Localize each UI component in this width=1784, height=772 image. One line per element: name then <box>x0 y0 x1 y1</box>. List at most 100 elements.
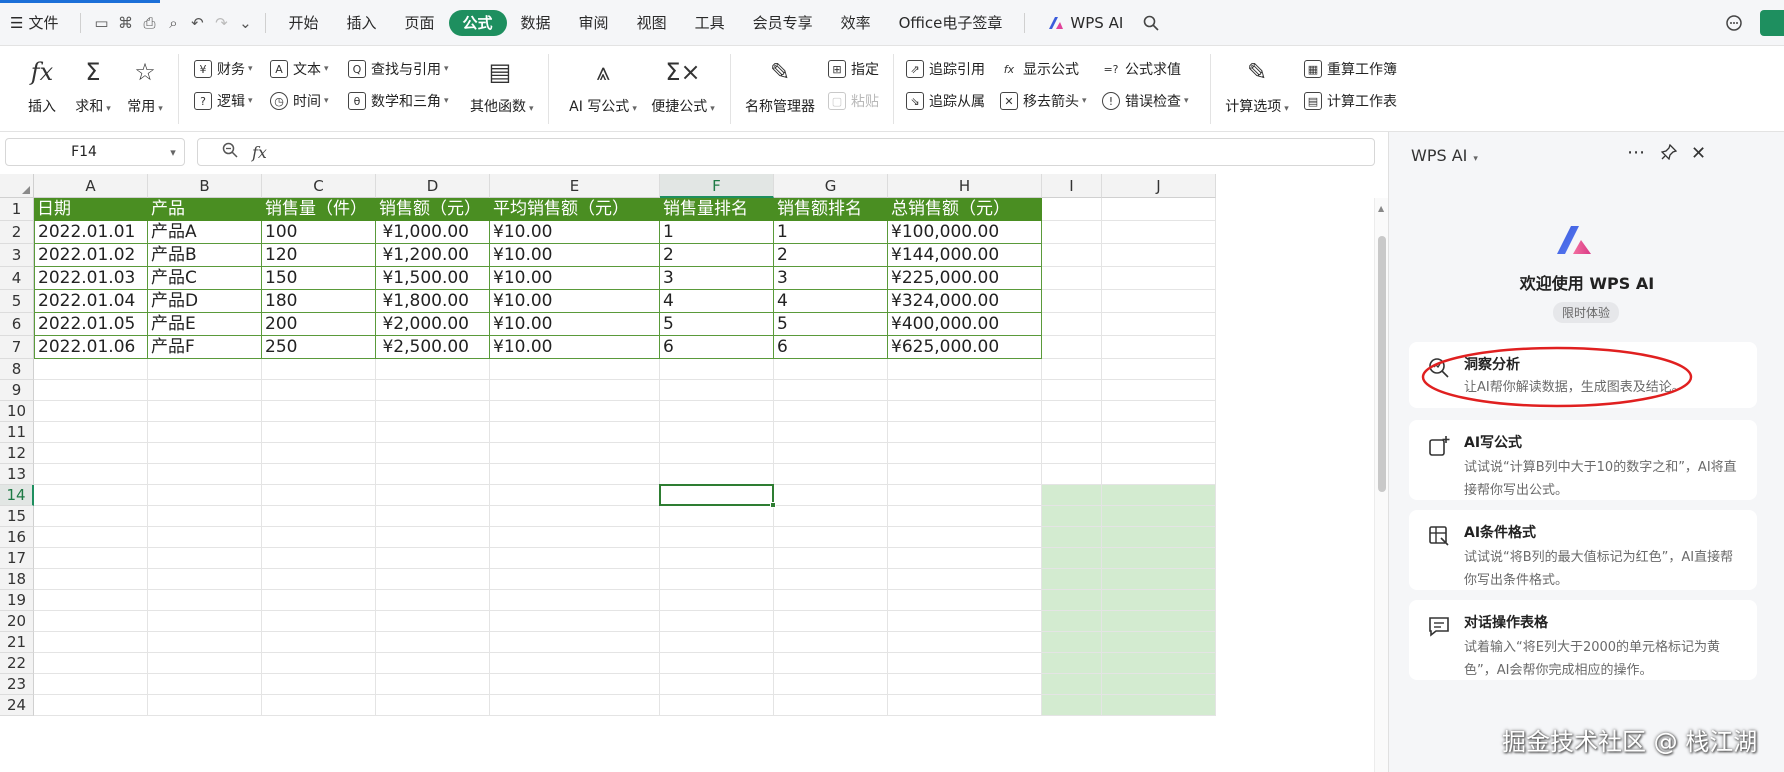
active-cell[interactable] <box>659 484 776 508</box>
row-header-17[interactable]: 17 <box>0 548 34 569</box>
tab-2[interactable]: 页面 <box>391 8 449 38</box>
table-cell[interactable]: 5 <box>660 313 774 336</box>
table-cell[interactable]: ¥1,800.00 <box>376 290 490 313</box>
header-cell[interactable]: 平均销售额（元） <box>490 198 660 221</box>
header-cell[interactable]: 销售额（元） <box>376 198 490 221</box>
table-cell[interactable]: 产品A <box>148 221 262 244</box>
tab-3[interactable]: 公式 <box>448 9 507 36</box>
table-cell[interactable]: ¥10.00 <box>490 244 660 267</box>
table-cell[interactable]: ¥2,500.00 <box>376 336 490 359</box>
formula-bar[interactable]: fx <box>197 138 1375 166</box>
tab-10[interactable]: Office电子签章 <box>885 8 1017 38</box>
trace-dependents-button[interactable]: ⇘ 追踪从属 <box>906 91 985 111</box>
table-cell[interactable]: 5 <box>774 313 888 336</box>
row-header-23[interactable]: 23 <box>0 674 34 695</box>
table-cell[interactable]: 2022.01.06 <box>34 336 148 359</box>
scrollbar-thumb[interactable] <box>1378 236 1386 492</box>
evaluate-formula-button[interactable]: =? 公式求值 <box>1102 59 1181 79</box>
column-header-A[interactable]: A <box>34 174 148 198</box>
table-cell[interactable]: 2022.01.01 <box>34 221 148 244</box>
name-box[interactable]: F14 ▾ <box>5 138 185 166</box>
column-header-J[interactable]: J <box>1102 174 1216 198</box>
header-cell[interactable]: 销售量（件） <box>262 198 376 221</box>
calc-sheet-button[interactable]: ▤ 计算工作表 <box>1304 91 1397 111</box>
recalc-workbook-button[interactable]: ▦ 重算工作簿 <box>1304 59 1397 79</box>
wps-ai-tab[interactable]: WPS AI <box>1033 8 1137 38</box>
card-ai-formula[interactable]: AI写公式 试试说“计算B列中大于10的数字之和”，AI将直接帮你写出公式。 <box>1409 420 1757 500</box>
table-cell[interactable]: 产品C <box>148 267 262 290</box>
table-cell[interactable]: ¥10.00 <box>490 221 660 244</box>
name-manager-button[interactable]: ✎ 名称管理器 <box>744 54 816 116</box>
print-icon[interactable]: ⎙ <box>137 11 161 35</box>
table-cell[interactable]: ¥10.00 <box>490 290 660 313</box>
chevron-down-icon[interactable]: ⌄ <box>233 11 257 35</box>
table-cell[interactable]: 6 <box>774 336 888 359</box>
table-cell[interactable]: 2 <box>660 244 774 267</box>
table-cell[interactable]: 3 <box>660 267 774 290</box>
table-cell[interactable]: 2022.01.04 <box>34 290 148 313</box>
math-dropdown[interactable]: θ 数学和三角 ▾ <box>348 91 449 111</box>
insert-function-button[interactable]: 𝑓x 插入 <box>17 54 67 116</box>
row-header-2[interactable]: 2 <box>0 221 34 244</box>
card-ai-conditional-format[interactable]: AI条件格式 试试说“将B列的最大值标记为红色”，AI直接帮你写出条件格式。 <box>1409 510 1757 590</box>
card-chat-operate-table[interactable]: 对话操作表格 试着输入“将E列大于2000的单元格标记为黄色”，AI会帮你完成相… <box>1409 600 1757 680</box>
row-header-11[interactable]: 11 <box>0 422 34 443</box>
header-cell[interactable]: 销售量排名 <box>660 198 774 221</box>
tab-8[interactable]: 会员专享 <box>739 8 827 38</box>
row-header-1[interactable]: 1 <box>0 198 34 221</box>
close-icon[interactable]: ✕ <box>1691 143 1706 164</box>
search-icon[interactable] <box>1139 11 1163 35</box>
tab-6[interactable]: 视图 <box>623 8 681 38</box>
row-header-16[interactable]: 16 <box>0 527 34 548</box>
row-header-5[interactable]: 5 <box>0 290 34 313</box>
undo-icon[interactable]: ↶ <box>185 11 209 35</box>
row-header-6[interactable]: 6 <box>0 313 34 336</box>
save-icon[interactable]: ▭ <box>89 11 113 35</box>
row-header-21[interactable]: 21 <box>0 632 34 653</box>
zoom-icon[interactable] <box>222 142 238 162</box>
row-header-18[interactable]: 18 <box>0 569 34 590</box>
table-cell[interactable]: 产品D <box>148 290 262 313</box>
table-cell[interactable]: ¥1,500.00 <box>376 267 490 290</box>
table-cell[interactable]: ¥100,000.00 <box>888 221 1042 244</box>
redo-icon[interactable]: ↷ <box>209 11 233 35</box>
column-header-C[interactable]: C <box>262 174 376 198</box>
row-header-22[interactable]: 22 <box>0 653 34 674</box>
table-cell[interactable]: 250 <box>262 336 376 359</box>
table-cell[interactable]: ¥1,000.00 <box>376 221 490 244</box>
table-cell[interactable]: 产品B <box>148 244 262 267</box>
row-header-13[interactable]: 13 <box>0 464 34 485</box>
row-header-14[interactable]: 14 <box>0 485 34 506</box>
error-check-dropdown[interactable]: ! 错误检查 ▾ <box>1102 91 1189 111</box>
fx-icon[interactable]: fx <box>252 143 267 162</box>
row-header-4[interactable]: 4 <box>0 267 34 290</box>
table-cell[interactable]: 120 <box>262 244 376 267</box>
trace-precedents-button[interactable]: ⇗ 追踪引用 <box>906 59 985 79</box>
table-cell[interactable]: ¥1,200.00 <box>376 244 490 267</box>
file-menu[interactable]: ☰ 文件 <box>0 8 72 38</box>
table-cell[interactable]: 2022.01.05 <box>34 313 148 336</box>
header-cell[interactable]: 产品 <box>148 198 262 221</box>
row-header-7[interactable]: 7 <box>0 336 34 359</box>
tab-4[interactable]: 数据 <box>507 8 565 38</box>
table-cell[interactable]: ¥144,000.00 <box>888 244 1042 267</box>
table-cell[interactable]: 2022.01.02 <box>34 244 148 267</box>
table-cell[interactable]: ¥324,000.00 <box>888 290 1042 313</box>
remove-arrows-dropdown[interactable]: ✕ 移去箭头 ▾ <box>1000 91 1087 111</box>
tab-5[interactable]: 审阅 <box>565 8 623 38</box>
column-header-B[interactable]: B <box>148 174 262 198</box>
tab-9[interactable]: 效率 <box>827 8 885 38</box>
calc-options-button[interactable]: ✎ 计算选项 ▾ <box>1222 54 1292 116</box>
table-cell[interactable]: ¥2,000.00 <box>376 313 490 336</box>
share-panel-icon[interactable] <box>1760 10 1784 36</box>
table-cell[interactable]: ¥10.00 <box>490 267 660 290</box>
table-cell[interactable]: 4 <box>774 290 888 313</box>
table-cell[interactable]: 100 <box>262 221 376 244</box>
specify-button[interactable]: ⊞ 指定 <box>828 59 879 79</box>
ai-formula-button[interactable]: ⩓ AI 写公式 ▾ <box>568 54 638 116</box>
scroll-up-icon[interactable]: ▲ <box>1378 204 1384 213</box>
table-cell[interactable]: ¥625,000.00 <box>888 336 1042 359</box>
column-header-I[interactable]: I <box>1042 174 1102 198</box>
fill-handle[interactable] <box>770 502 776 508</box>
header-cell[interactable]: 总销售额（元） <box>888 198 1042 221</box>
